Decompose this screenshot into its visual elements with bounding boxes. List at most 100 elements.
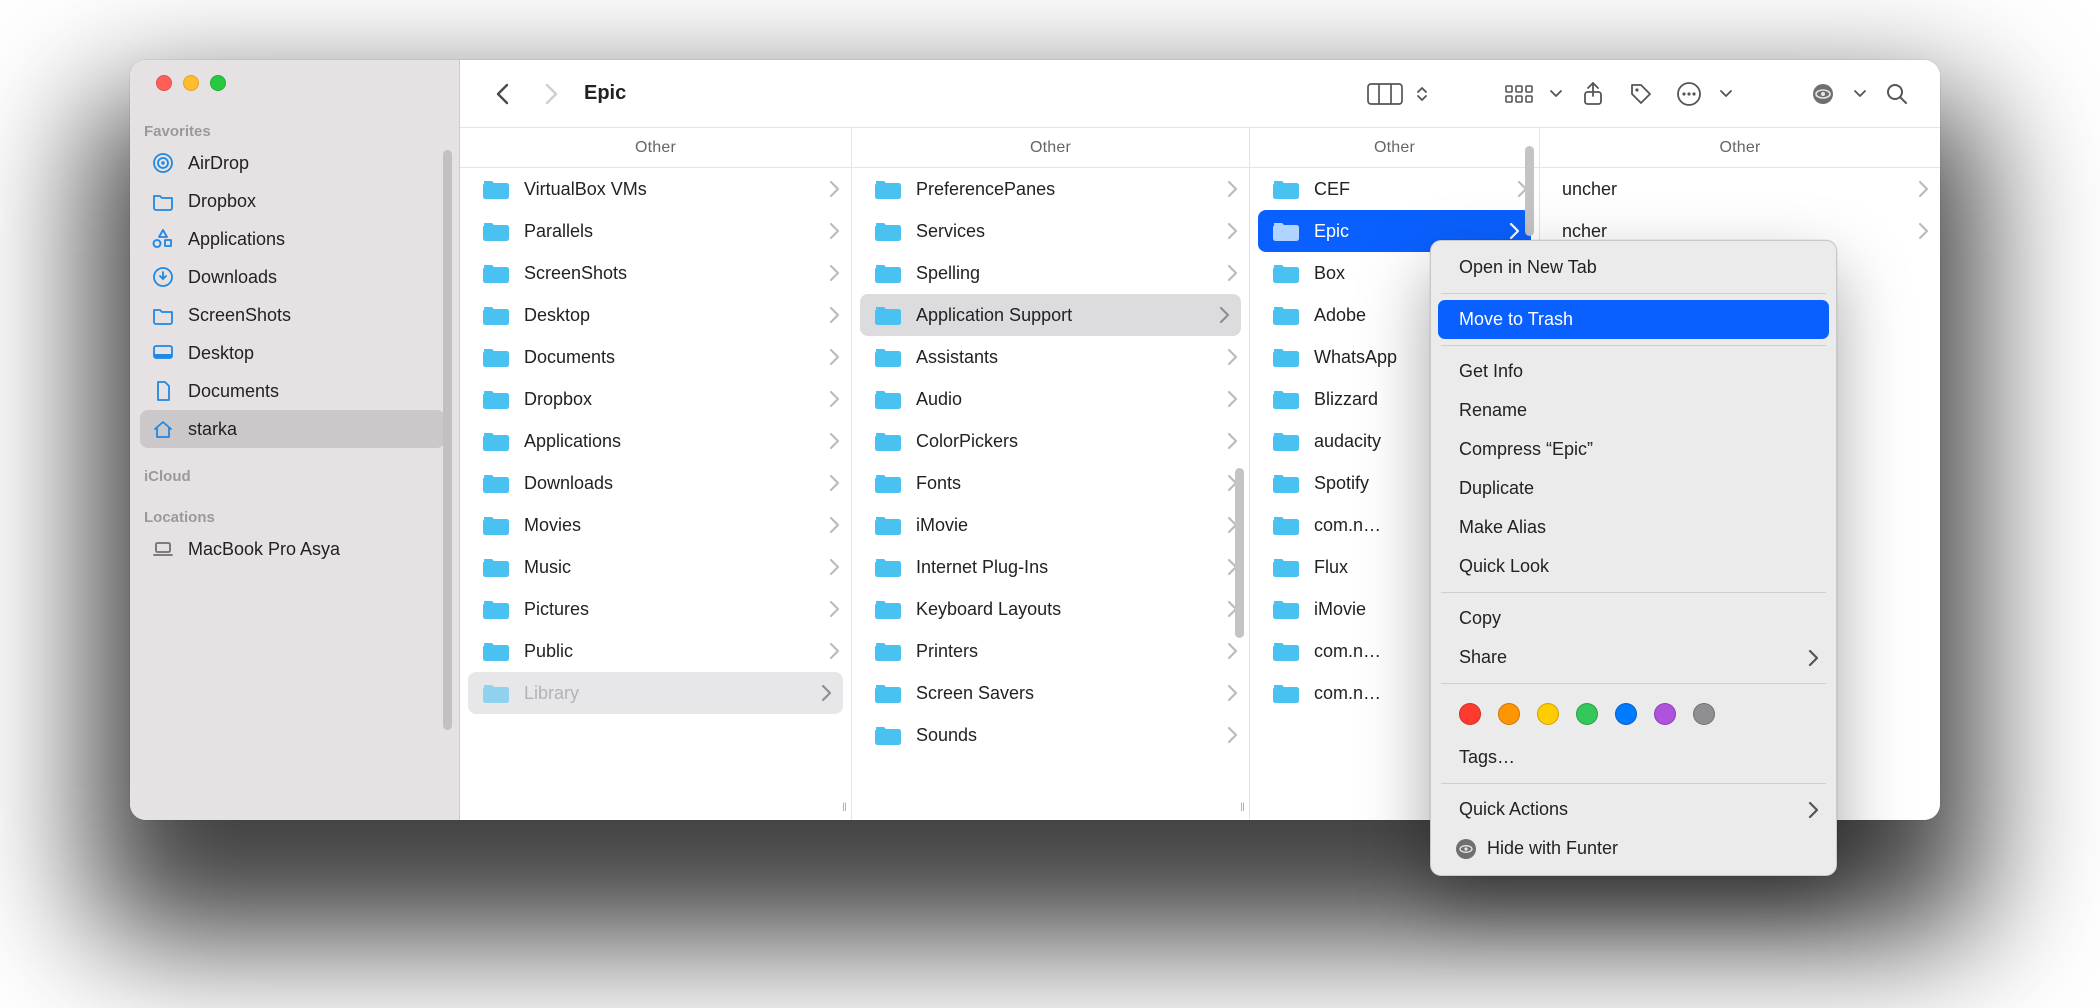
search-button[interactable] <box>1876 73 1918 115</box>
column-header[interactable]: Other <box>460 128 851 168</box>
back-button[interactable] <box>482 73 524 115</box>
sidebar-item-label: Desktop <box>188 343 254 364</box>
list-item[interactable]: VirtualBox VMs <box>460 168 851 210</box>
ctx-quick-look[interactable]: Quick Look <box>1431 547 1836 586</box>
column-scrollbar[interactable] <box>1525 146 1534 236</box>
list-item[interactable]: uncher <box>1540 168 1940 210</box>
list-item[interactable]: iMovie <box>852 504 1249 546</box>
list-item[interactable]: Downloads <box>460 462 851 504</box>
tag-color[interactable] <box>1459 703 1481 725</box>
ctx-move-to-trash[interactable]: Move to Trash <box>1438 300 1829 339</box>
list-item[interactable]: Fonts <box>852 462 1249 504</box>
list-item[interactable]: Music <box>460 546 851 588</box>
list-item[interactable]: Library <box>468 672 843 714</box>
chevron-right-icon <box>827 474 841 492</box>
list-item[interactable]: Services <box>852 210 1249 252</box>
sidebar-item-airdrop[interactable]: AirDrop <box>140 144 445 182</box>
list-item[interactable]: Keyboard Layouts <box>852 588 1249 630</box>
ctx-hide-with-funter[interactable]: Hide with Funter <box>1431 829 1836 868</box>
column-header[interactable]: Other <box>1250 128 1539 168</box>
list-item[interactable]: Screen Savers <box>852 672 1249 714</box>
ctx-quick-actions[interactable]: Quick Actions <box>1431 790 1836 829</box>
tag-color[interactable] <box>1498 703 1520 725</box>
item-name: Adobe <box>1314 305 1366 326</box>
list-item[interactable]: Assistants <box>852 336 1249 378</box>
sidebar-item-label: Applications <box>188 229 285 250</box>
sidebar-scrollbar[interactable] <box>443 150 452 730</box>
minimize-window-button[interactable] <box>183 75 199 91</box>
list-item[interactable]: Dropbox <box>460 378 851 420</box>
preview-button[interactable] <box>1802 73 1844 115</box>
sidebar-item-desktop[interactable]: Desktop <box>140 334 445 372</box>
chevron-down-icon <box>1850 73 1870 115</box>
view-updown-icon[interactable] <box>1412 73 1432 115</box>
fullscreen-window-button[interactable] <box>210 75 226 91</box>
list-item[interactable]: Printers <box>852 630 1249 672</box>
sidebar-item-downloads[interactable]: Downloads <box>140 258 445 296</box>
column-header[interactable]: Other <box>852 128 1249 168</box>
ctx-compress[interactable]: Compress “Epic” <box>1431 430 1836 469</box>
tag-color[interactable] <box>1576 703 1598 725</box>
ctx-make-alias[interactable]: Make Alias <box>1431 508 1836 547</box>
list-item[interactable]: Audio <box>852 378 1249 420</box>
more-button[interactable] <box>1668 73 1710 115</box>
sidebar-item-documents[interactable]: Documents <box>140 372 445 410</box>
list-item[interactable]: Parallels <box>460 210 851 252</box>
list-item[interactable]: Documents <box>460 336 851 378</box>
list-item[interactable]: Desktop <box>460 294 851 336</box>
sidebar-item-dropbox[interactable]: Dropbox <box>140 182 445 220</box>
chevron-right-icon <box>827 348 841 366</box>
ctx-tags[interactable]: Tags… <box>1431 738 1836 777</box>
chevron-right-icon <box>1916 222 1930 240</box>
list-item[interactable]: Internet Plug-Ins <box>852 546 1249 588</box>
column-resizer[interactable]: ‖ <box>842 800 848 814</box>
list-item[interactable]: Application Support <box>860 294 1241 336</box>
folder-icon <box>482 430 510 452</box>
column-scrollbar[interactable] <box>1235 468 1244 638</box>
item-name: Downloads <box>524 473 613 494</box>
item-name: Services <box>916 221 985 242</box>
tags-button[interactable] <box>1620 73 1662 115</box>
list-item[interactable]: ScreenShots <box>460 252 851 294</box>
sidebar-item-applications[interactable]: Applications <box>140 220 445 258</box>
column-0: OtherVirtualBox VMsParallels ScreenShots D… <box>460 128 852 820</box>
column-resizer[interactable]: ‖ <box>1240 800 1246 814</box>
ctx-rename[interactable]: Rename <box>1431 391 1836 430</box>
tag-color[interactable] <box>1537 703 1559 725</box>
tag-color[interactable] <box>1654 703 1676 725</box>
sidebar-item-starka[interactable]: starka <box>140 410 445 448</box>
ctx-quick-actions-label: Quick Actions <box>1459 799 1568 820</box>
ctx-copy[interactable]: Copy <box>1431 599 1836 638</box>
forward-button[interactable] <box>530 73 572 115</box>
list-item[interactable]: Pictures <box>460 588 851 630</box>
list-item[interactable]: PreferencePanes <box>852 168 1249 210</box>
list-item[interactable]: Spelling <box>852 252 1249 294</box>
sidebar-item-label: MacBook Pro Asya <box>188 539 340 560</box>
tag-color[interactable] <box>1615 703 1637 725</box>
folder-icon <box>482 304 510 326</box>
group-by-button[interactable] <box>1498 73 1540 115</box>
list-item[interactable]: Movies <box>460 504 851 546</box>
view-columns-button[interactable] <box>1364 73 1406 115</box>
ctx-open-in-new-tab[interactable]: Open in New Tab <box>1431 248 1836 287</box>
list-item[interactable]: ColorPickers <box>852 420 1249 462</box>
list-item[interactable]: Public <box>460 630 851 672</box>
ctx-share[interactable]: Share <box>1431 638 1836 677</box>
share-button[interactable] <box>1572 73 1614 115</box>
close-window-button[interactable] <box>156 75 172 91</box>
list-item[interactable]: Sounds <box>852 714 1249 756</box>
list-item[interactable]: CEF <box>1250 168 1539 210</box>
folder-icon <box>874 388 902 410</box>
item-name: ScreenShots <box>524 263 627 284</box>
ctx-duplicate[interactable]: Duplicate <box>1431 469 1836 508</box>
column-header[interactable]: Other <box>1540 128 1940 168</box>
separator <box>1441 683 1826 684</box>
item-name: Assistants <box>916 347 998 368</box>
ctx-get-info[interactable]: Get Info <box>1431 352 1836 391</box>
tag-color[interactable] <box>1693 703 1715 725</box>
sidebar-item-macbook-pro-asya[interactable]: MacBook Pro Asya <box>140 530 445 568</box>
chevron-down-icon <box>1716 73 1736 115</box>
list-item[interactable]: Applications <box>460 420 851 462</box>
sidebar-item-screenshots[interactable]: ScreenShots <box>140 296 445 334</box>
folder-icon <box>874 304 902 326</box>
